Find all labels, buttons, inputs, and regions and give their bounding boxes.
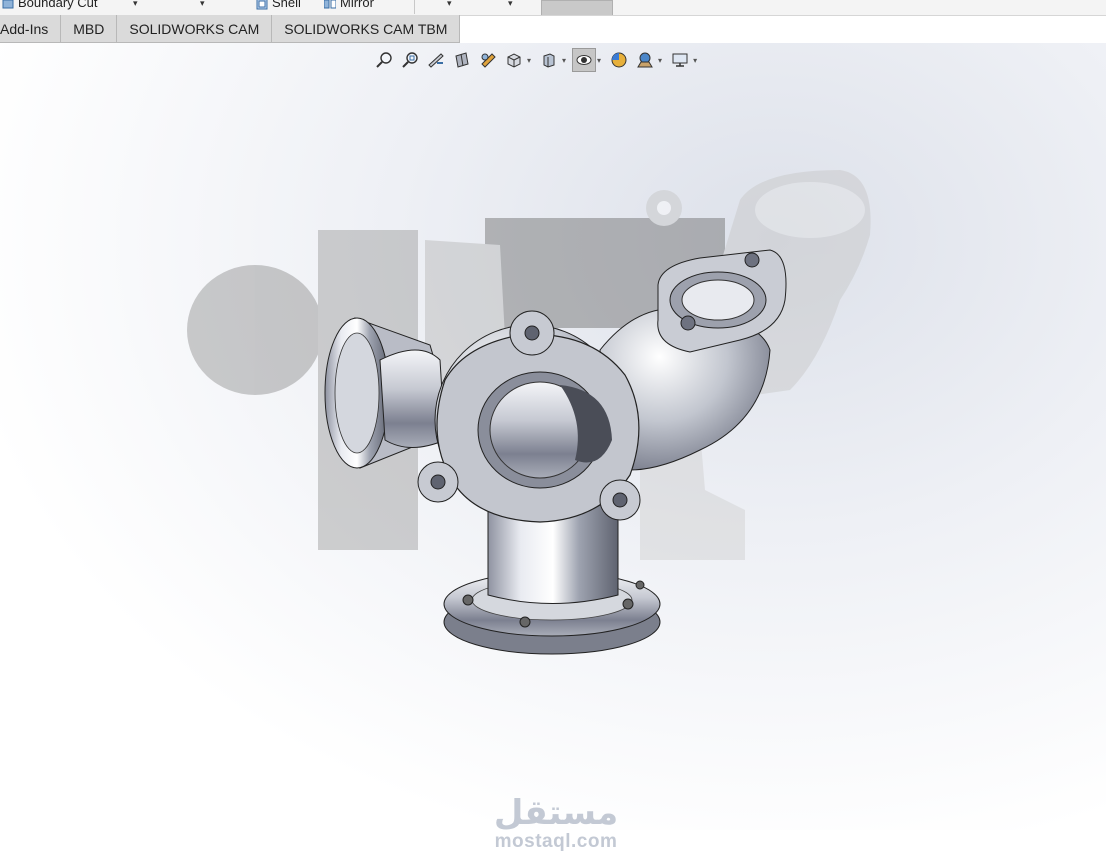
section-view-icon[interactable]	[450, 48, 474, 72]
chevron-down-icon[interactable]: ▾	[597, 56, 601, 65]
graphics-area[interactable]: مستقل mostaql.com	[0, 43, 1106, 852]
boundary-cut-icon	[2, 0, 14, 9]
heads-up-view-toolbar: ▾ ▾ ▾ ▾ ▾	[372, 47, 703, 73]
shell-icon	[256, 0, 268, 10]
chevron-down-icon[interactable]: ▾	[133, 0, 138, 9]
view-settings-icon[interactable]	[668, 48, 692, 72]
zoom-to-fit-icon[interactable]	[372, 48, 396, 72]
tab-add-ins[interactable]: Add-Ins	[0, 15, 62, 43]
shell-label: Shell	[272, 0, 301, 10]
shell-button[interactable]: Shell	[256, 0, 301, 10]
chevron-down-icon[interactable]: ▾	[447, 0, 452, 9]
hide-show-items-icon[interactable]	[572, 48, 597, 72]
tab-mbd[interactable]: MBD	[61, 15, 118, 43]
chevron-down-icon[interactable]: ▾	[527, 56, 531, 65]
display-style-icon[interactable]	[537, 48, 561, 72]
apply-scene-icon[interactable]	[633, 48, 657, 72]
boundary-cut-label: Boundary Cut	[18, 0, 98, 10]
mirror-button[interactable]: Mirror	[324, 0, 374, 10]
3d-part-model[interactable]	[0, 43, 1106, 830]
chevron-down-icon[interactable]: ▾	[200, 0, 205, 9]
boundary-cut-button[interactable]: Boundary Cut	[2, 0, 98, 10]
tab-solidworks-cam-tbm[interactable]: SOLIDWORKS CAM TBM	[272, 15, 461, 43]
view-orientation-icon[interactable]	[502, 48, 526, 72]
edit-appearance-icon[interactable]	[607, 48, 631, 72]
command-ribbon: Boundary Cut ▾ ▾ Shell Mirror ▾ ▾	[0, 0, 1106, 16]
previous-view-icon[interactable]	[424, 48, 448, 72]
chevron-down-icon[interactable]: ▾	[562, 56, 566, 65]
mirror-icon	[324, 0, 336, 9]
dynamic-annotation-icon[interactable]	[476, 48, 500, 72]
command-manager-tabs: Add-Ins MBD SOLIDWORKS CAM SOLIDWORKS CA…	[0, 15, 461, 43]
zoom-to-area-icon[interactable]	[398, 48, 422, 72]
ribbon-selected-button[interactable]	[541, 0, 613, 15]
chevron-down-icon[interactable]: ▾	[693, 56, 697, 65]
tab-solidworks-cam[interactable]: SOLIDWORKS CAM	[117, 15, 273, 43]
watermark-latin: mostaql.com	[494, 831, 618, 852]
ribbon-divider	[414, 0, 415, 14]
chevron-down-icon[interactable]: ▾	[658, 56, 662, 65]
mirror-label: Mirror	[340, 0, 374, 10]
chevron-down-icon[interactable]: ▾	[508, 0, 513, 9]
